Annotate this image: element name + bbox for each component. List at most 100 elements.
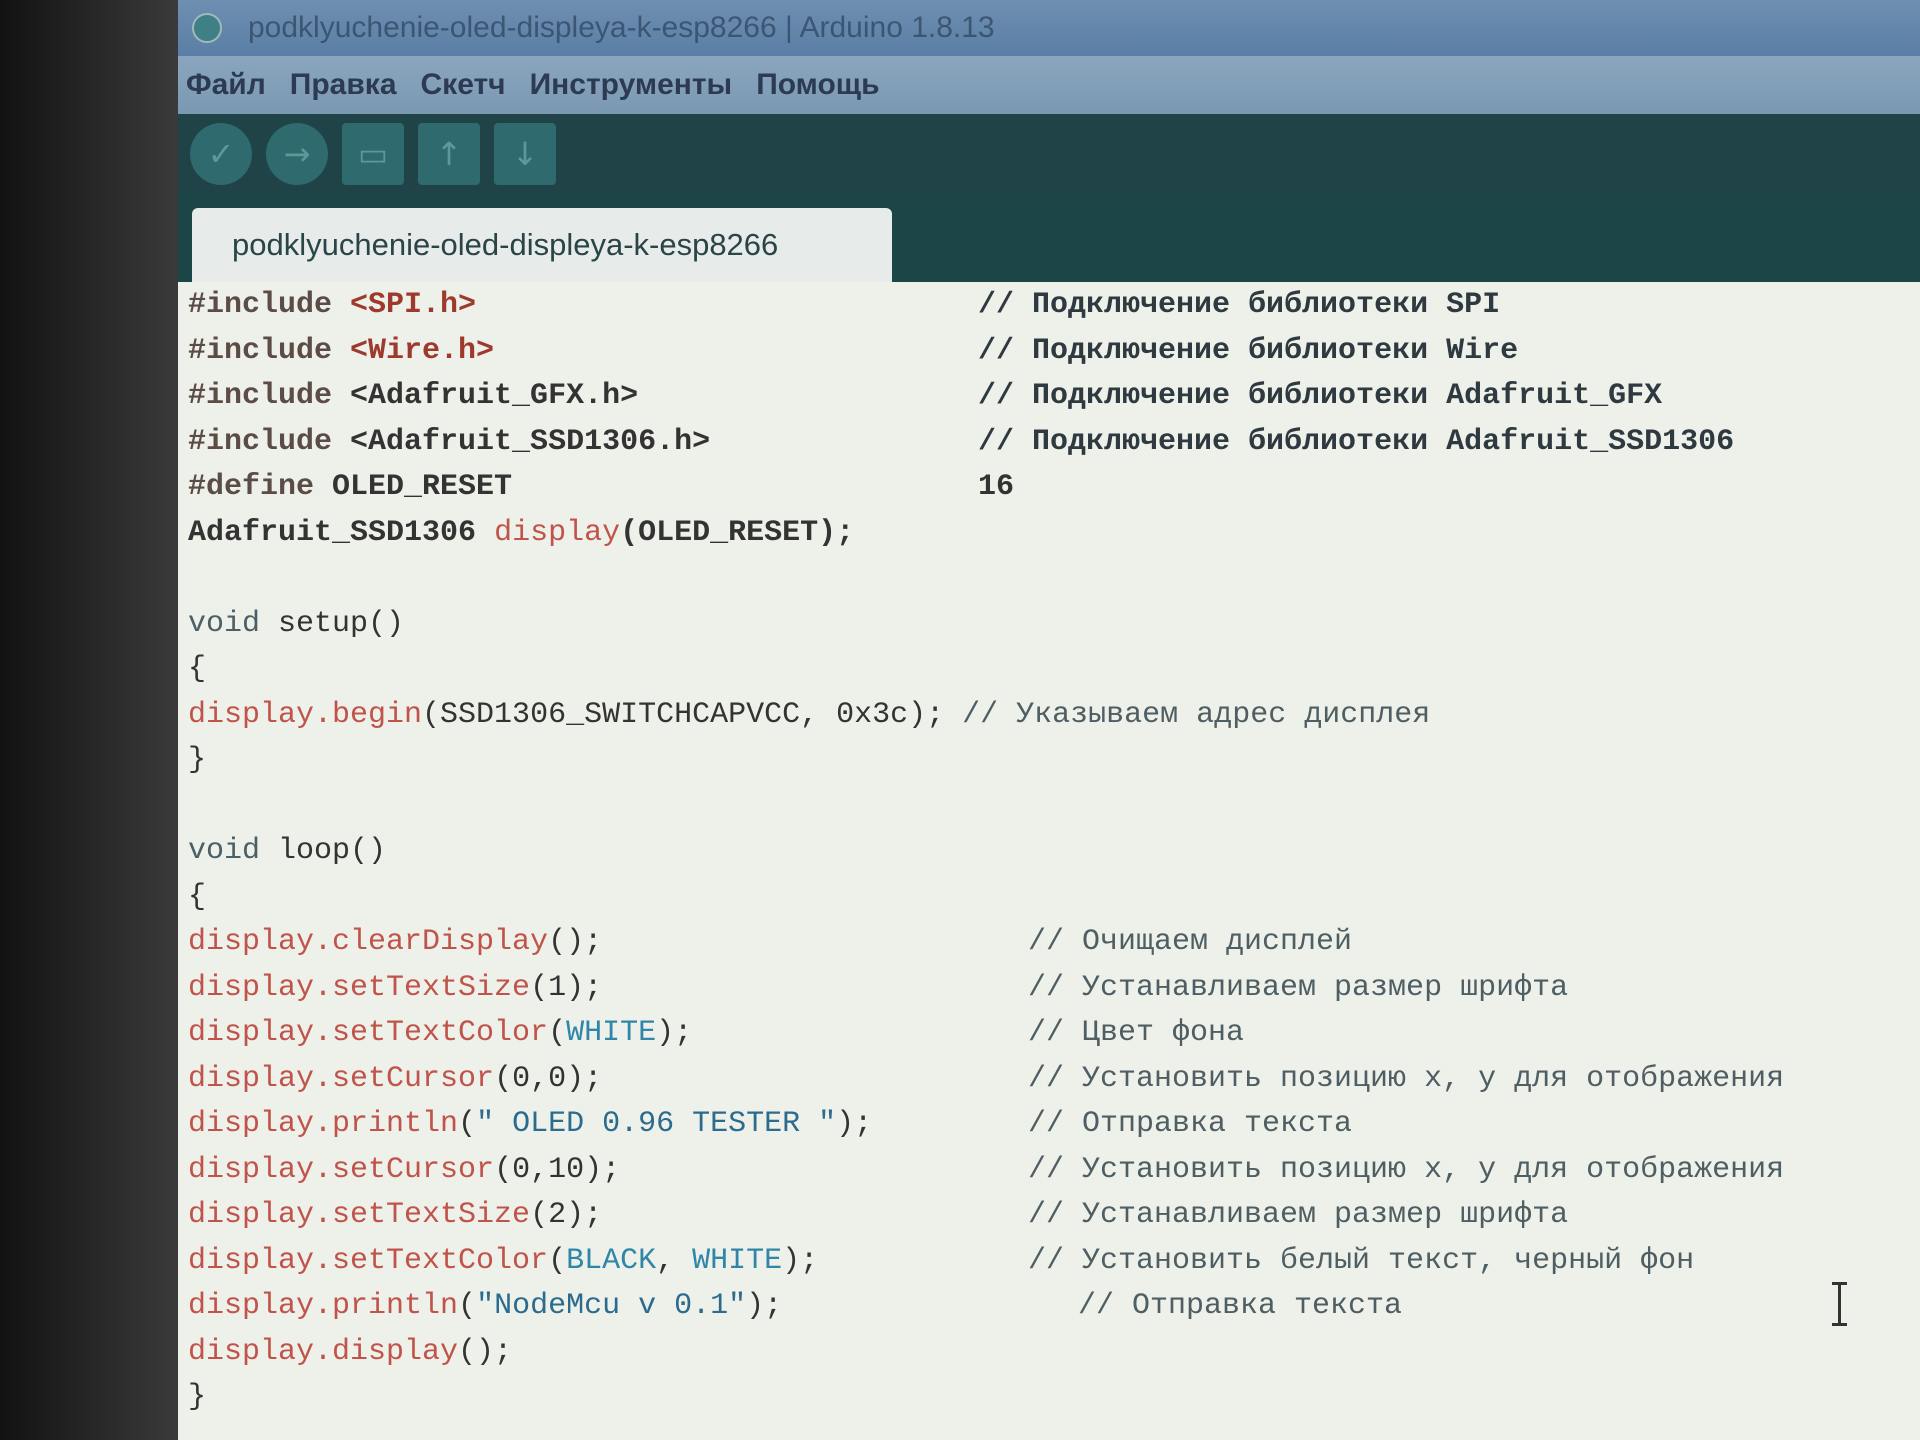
code-token: ( <box>548 1016 567 1050</box>
code-token: { <box>188 652 207 686</box>
arduino-ide-window: podklyuchenie-oled-displeya-k-esp8266 | … <box>178 0 1920 1440</box>
menu-edit[interactable]: Правка <box>290 68 397 102</box>
code-token: #define <box>188 470 333 504</box>
code-comment: // Подключение библиотеки Adafruit_SSD13… <box>978 424 1735 459</box>
code-text: display.begin(SSD1306_SWITCHCAPVCC, 0x3c… <box>188 692 1430 738</box>
code-line: display.begin(SSD1306_SWITCHCAPVCC, 0x3c… <box>178 692 1920 738</box>
code-line: #include <Wire.h> // Подключение библиоте… <box>178 328 1920 374</box>
code-comment: // Установить белый текст, черный фон <box>1028 1243 1695 1278</box>
code-token: <Adafruit_SSD1306.h> <box>350 424 711 459</box>
code-token: display.setTextColor <box>188 1243 549 1278</box>
code-token: } <box>188 743 207 777</box>
code-text: void loop() <box>188 828 386 874</box>
code-token: display.setTextColor <box>188 1016 549 1050</box>
code-token: } <box>188 1380 207 1414</box>
code-token: #include <box>188 288 351 322</box>
code-token: display.setTextSize <box>188 1198 531 1232</box>
code-token: ); <box>656 1016 693 1050</box>
code-line: display.println(" OLED 0.96 TESTER "); //… <box>178 1101 1920 1147</box>
code-line: Adafruit_SSD1306 display(OLED_RESET); <box>178 510 1920 556</box>
code-text: #include <Adafruit_GFX.h> <box>188 373 638 419</box>
upload-button[interactable]: → <box>266 123 328 185</box>
code-line: { <box>178 874 1920 920</box>
menu-bar: Файл Правка Скетч Инструменты Помощь <box>178 56 1920 114</box>
code-line: { <box>178 646 1920 692</box>
code-text: display.setTextColor(WHITE); <box>188 1010 692 1056</box>
code-token: display.clearDisplay <box>188 925 549 959</box>
new-button[interactable]: ▭ <box>342 123 404 185</box>
monitor-bezel <box>0 0 178 1440</box>
code-token: ); <box>746 1289 783 1323</box>
menu-file[interactable]: Файл <box>186 68 266 102</box>
tab-label: podklyuchenie-oled-displeya-k-esp8266 <box>232 227 779 262</box>
code-line: display.setTextSize(2); // Устанавливаем … <box>178 1192 1920 1238</box>
code-token: // Указываем адрес дисплея <box>944 697 1431 732</box>
code-token: display.setCursor <box>188 1061 495 1096</box>
code-text: #define OLED_RESET <box>188 464 512 510</box>
code-text: display.setTextSize(2); <box>188 1192 602 1238</box>
code-token: display.begin <box>188 697 423 732</box>
code-token: display.println <box>188 1289 459 1323</box>
code-text: display.setTextColor(BLACK, WHITE); <box>188 1238 818 1284</box>
code-token: display.println <box>188 1107 459 1141</box>
code-token: <Wire.h> <box>350 333 495 368</box>
code-token: display.display <box>188 1334 459 1369</box>
code-comment: // Подключение библиотеки Adafruit_GFX <box>978 379 1663 413</box>
photo-frame: podklyuchenie-oled-displeya-k-esp8266 | … <box>0 0 1920 1440</box>
code-token: <SPI.h> <box>350 288 477 322</box>
code-line: display.clearDisplay(); // Очищаем диспле… <box>178 919 1920 965</box>
code-token: (2); <box>530 1198 603 1232</box>
open-button[interactable]: ↑ <box>418 123 480 185</box>
code-token: ( <box>458 1289 477 1323</box>
code-line: void loop() <box>178 828 1920 874</box>
code-editor[interactable]: #include <SPI.h> // Подключение библиотек… <box>178 282 1920 1440</box>
code-text: display.setCursor(0,0); <box>188 1056 602 1102</box>
code-token: setup() <box>278 606 405 641</box>
code-token: display <box>494 515 621 550</box>
code-text: display.println("NodeMcu v 0.1"); <box>188 1283 782 1329</box>
code-comment: // Установить позицию x, y для отображен… <box>1028 1152 1785 1187</box>
code-text: Adafruit_SSD1306 display(OLED_RESET); <box>188 510 854 556</box>
arduino-logo-icon <box>192 13 222 43</box>
code-token: ( <box>458 1107 477 1141</box>
code-token: ( <box>548 1243 567 1278</box>
code-text: #include <Adafruit_SSD1306.h> <box>188 419 710 465</box>
code-token: (1); <box>530 970 603 1005</box>
code-text: #include <SPI.h> <box>188 282 476 328</box>
menu-help[interactable]: Помощь <box>756 68 879 102</box>
code-token: WHITE <box>692 1243 783 1278</box>
save-button[interactable]: ↓ <box>494 123 556 185</box>
code-line: #include <Adafruit_GFX.h> // Подключение … <box>178 373 1920 419</box>
menu-sketch[interactable]: Скетч <box>421 68 506 102</box>
code-token: (OLED_RESET); <box>620 515 855 550</box>
verify-button[interactable]: ✓ <box>190 123 252 185</box>
ibeam-cursor-icon <box>1832 1282 1847 1326</box>
code-line: } <box>178 1374 1920 1420</box>
code-comment: // Цвет фона <box>1028 1016 1245 1050</box>
code-text: { <box>188 646 206 692</box>
arrow-down-icon: ↓ <box>511 135 539 173</box>
new-file-icon: ▭ <box>357 135 389 173</box>
code-text: display.clearDisplay(); <box>188 919 602 965</box>
code-comment: // Установить позицию x, y для отображен… <box>1028 1061 1785 1096</box>
code-comment: // Устанавливаем размер шрифта <box>1028 1198 1569 1232</box>
arrow-up-icon: ↑ <box>435 135 463 173</box>
code-token: " OLED 0.96 TESTER " <box>476 1107 837 1141</box>
toolbar: ✓ → ▭ ↑ ↓ <box>178 114 1920 194</box>
code-comment: // Отправка текста <box>1028 1107 1353 1141</box>
code-token: #include <box>188 379 351 413</box>
code-text: { <box>188 874 206 920</box>
code-token: (); <box>548 925 603 959</box>
tab-sketch[interactable]: podklyuchenie-oled-displeya-k-esp8266 <box>192 208 892 282</box>
code-text: display.setTextSize(1); <box>188 965 602 1011</box>
code-token: display.setCursor <box>188 1152 495 1187</box>
code-line: display.setTextColor(WHITE); // Цвет фона <box>178 1010 1920 1056</box>
menu-tools[interactable]: Инструменты <box>530 68 733 102</box>
code-line: display.setCursor(0,10); // Установить по… <box>178 1147 1920 1193</box>
code-line: } <box>178 737 1920 783</box>
code-text: } <box>188 737 206 783</box>
code-token: "NodeMcu v 0.1" <box>476 1289 747 1323</box>
code-comment: // Очищаем дисплей <box>1028 925 1353 959</box>
